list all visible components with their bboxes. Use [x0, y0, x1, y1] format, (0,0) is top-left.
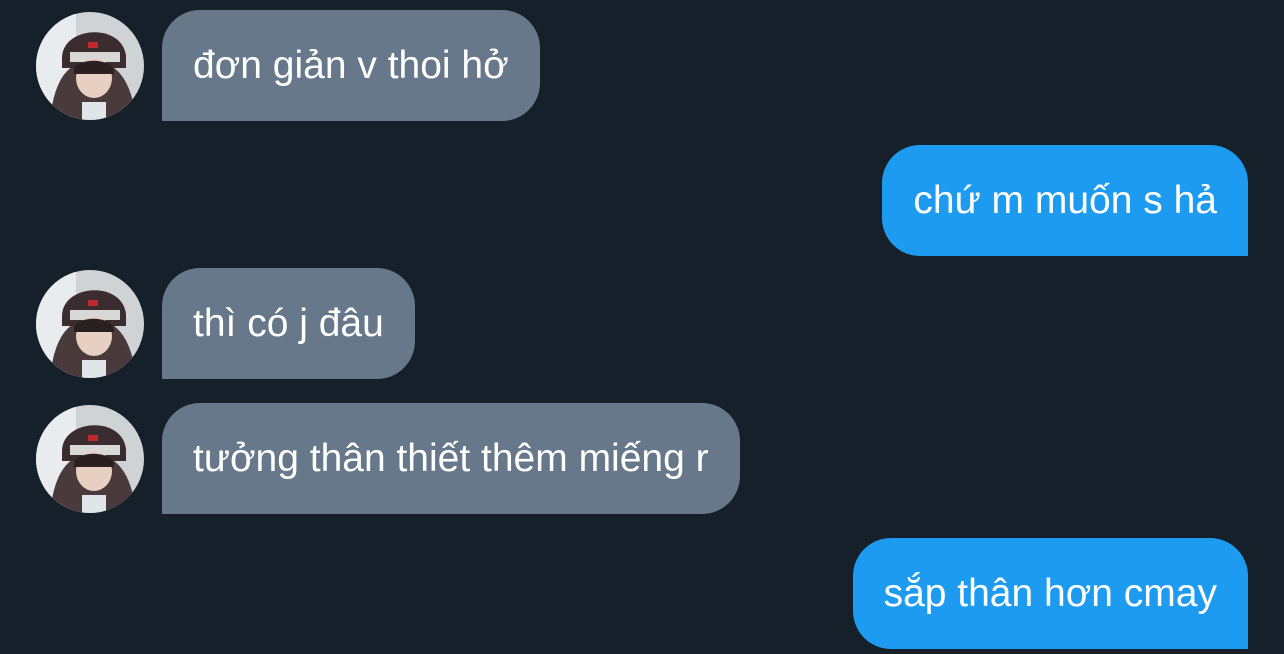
message-text: đơn giản v thoi hở	[193, 43, 509, 87]
user-avatar[interactable]	[36, 405, 144, 513]
user-avatar[interactable]	[36, 12, 144, 120]
message-bubble-incoming[interactable]: đơn giản v thoi hở	[162, 10, 540, 121]
message-bubble-outgoing[interactable]: sắp thân hơn cmay	[852, 538, 1248, 649]
message-bubble-incoming[interactable]: tưởng thân thiết thêm miếng r	[162, 403, 740, 514]
user-avatar[interactable]	[36, 270, 144, 378]
message-text: tưởng thân thiết thêm miếng r	[193, 436, 709, 480]
message-thread: đơn giản v thoi hở chứ m muốn s hả thì c…	[0, 0, 1284, 654]
message-text: thì có j đâu	[193, 301, 384, 345]
message-bubble-outgoing[interactable]: chứ m muốn s hả	[882, 145, 1248, 256]
message-bubble-incoming[interactable]: thì có j đâu	[162, 268, 415, 379]
message-text: chứ m muốn s hả	[913, 178, 1217, 222]
message-text: sắp thân hơn cmay	[883, 571, 1217, 615]
